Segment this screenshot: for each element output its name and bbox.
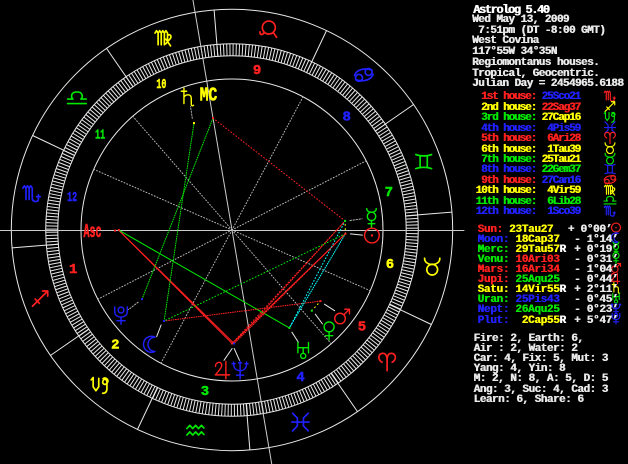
svg-text:9: 9 [253,63,261,79]
svg-text:5: 5 [358,320,366,336]
svg-text:Asc: Asc [84,221,102,243]
svg-text:3: 3 [201,384,209,400]
svg-text:10: 10 [156,77,166,93]
svg-text:8: 8 [342,110,350,126]
svg-text:7: 7 [385,185,393,201]
svg-text:MC: MC [200,85,218,107]
svg-text:12: 12 [67,190,77,206]
svg-text:1: 1 [69,262,77,278]
svg-text:2: 2 [111,338,119,354]
svg-text:4: 4 [296,370,304,386]
svg-text:11: 11 [95,127,105,143]
svg-text:6: 6 [386,257,394,273]
